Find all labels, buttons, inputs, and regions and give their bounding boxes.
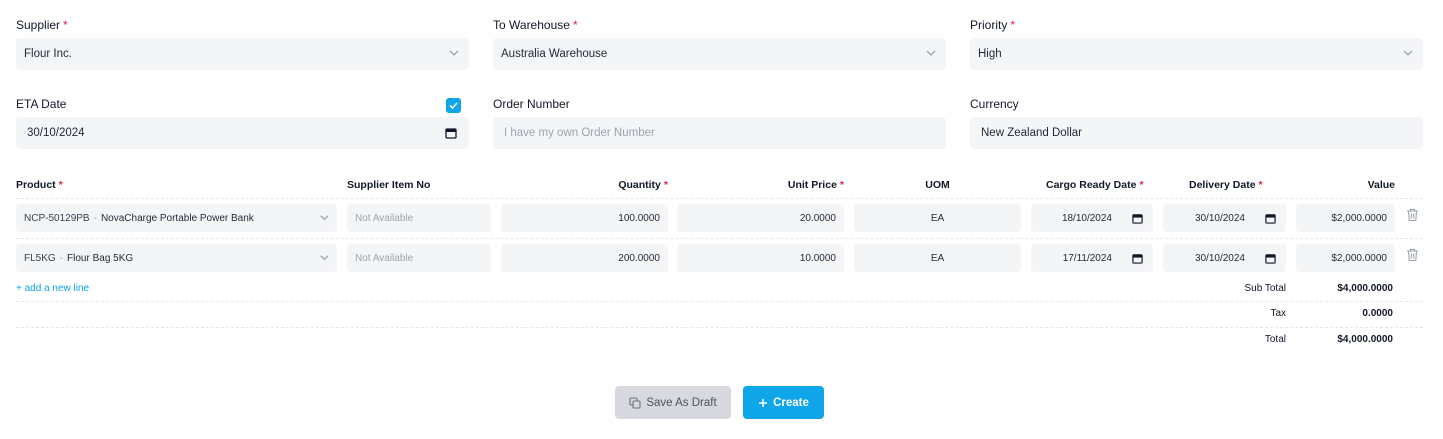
trash-icon[interactable]: [1406, 208, 1419, 222]
unit-price-input[interactable]: 10.0000: [677, 244, 844, 272]
cargo-ready-date-value: 18/10/2024: [1061, 212, 1112, 224]
line-value: $2,000.0000: [1331, 252, 1387, 264]
value-field: $2,000.0000: [1296, 204, 1395, 232]
create-label: Create: [773, 396, 809, 409]
product-sep: -: [93, 212, 97, 224]
product-name: Flour Bag 5KG: [67, 252, 134, 264]
uom-value: EA: [930, 212, 945, 224]
order-number-input[interactable]: I have my own Order Number: [493, 117, 946, 149]
value-field: $2,000.0000: [1296, 244, 1395, 272]
currency-value: New Zealand Dollar: [981, 127, 1082, 139]
product-code: FL5KG: [24, 252, 56, 264]
currency-label: Currency: [970, 97, 1019, 111]
quantity-value: 200.0000: [618, 252, 660, 264]
eta-date-checkbox[interactable]: [446, 98, 461, 113]
calendar-icon[interactable]: [1265, 253, 1276, 264]
create-button[interactable]: Create: [743, 386, 824, 419]
delivery-date-input[interactable]: 30/10/2024: [1163, 204, 1286, 232]
add-new-line-link[interactable]: + add a new line: [16, 283, 89, 294]
supplier-item-no-value: Not Available: [355, 252, 414, 264]
quantity-input[interactable]: 100.0000: [501, 204, 668, 232]
chevron-down-icon: [449, 50, 459, 56]
tax-value: 0.0000: [1362, 308, 1393, 319]
header-supplier-item-no: Supplier Item No: [347, 179, 431, 191]
calendar-icon[interactable]: [1132, 213, 1143, 224]
product-select[interactable]: FL5KG - Flour Bag 5KG: [16, 244, 337, 272]
eta-date-input[interactable]: 30/10/2024: [16, 117, 469, 149]
supplier-item-no-value: Not Available: [355, 212, 414, 224]
header-uom: UOM: [925, 179, 950, 191]
quantity-value: 100.0000: [618, 212, 660, 224]
supplier-value: Flour Inc.: [24, 48, 72, 60]
unit-price-value: 20.0000: [799, 212, 836, 224]
order-number-placeholder: I have my own Order Number: [504, 127, 655, 139]
to-warehouse-value: Australia Warehouse: [501, 48, 608, 60]
product-code: NCP-50129PB: [24, 212, 90, 224]
header-value: Value: [1367, 179, 1395, 191]
to-warehouse-label: To Warehouse *: [493, 18, 578, 32]
supplier-item-no-input[interactable]: Not Available: [347, 204, 491, 232]
supplier-item-no-input[interactable]: Not Available: [347, 244, 491, 272]
priority-value: High: [978, 48, 1002, 60]
unit-price-value: 10.0000: [799, 252, 836, 264]
cargo-ready-date-input[interactable]: 18/10/2024: [1031, 204, 1153, 232]
eta-date-label: ETA Date: [16, 97, 67, 111]
plus-icon: [759, 398, 768, 407]
save-as-draft-button[interactable]: Save As Draft: [615, 386, 731, 419]
to-warehouse-select[interactable]: Australia Warehouse: [493, 38, 946, 70]
uom-field[interactable]: EA: [854, 244, 1021, 272]
divider: [16, 327, 1423, 328]
sub-total-label: Sub Total: [1244, 283, 1286, 294]
chevron-down-icon: [320, 215, 329, 221]
divider: [16, 301, 1423, 302]
delivery-date-input[interactable]: 30/10/2024: [1163, 244, 1286, 272]
quantity-input[interactable]: 200.0000: [501, 244, 668, 272]
chevron-down-icon: [926, 50, 936, 56]
chevron-down-icon: [1403, 50, 1413, 56]
total-label: Total: [1264, 334, 1286, 345]
uom-value: EA: [930, 252, 945, 264]
trash-icon[interactable]: [1406, 248, 1419, 262]
divider: [16, 238, 1423, 239]
delivery-date-value: 30/10/2024: [1194, 252, 1245, 264]
priority-select[interactable]: High: [970, 38, 1423, 70]
line-value: $2,000.0000: [1331, 212, 1387, 224]
eta-date-value: 30/10/2024: [27, 127, 85, 139]
chevron-down-icon: [320, 255, 329, 261]
header-cargo-ready-date: Cargo Ready Date *: [1046, 179, 1144, 191]
order-number-label: Order Number: [493, 97, 570, 111]
calendar-icon[interactable]: [1265, 213, 1276, 224]
priority-label: Priority *: [970, 18, 1016, 32]
product-sep: -: [59, 252, 64, 264]
unit-price-input[interactable]: 20.0000: [677, 204, 844, 232]
copy-icon: [629, 396, 641, 409]
save-as-draft-label: Save As Draft: [646, 396, 717, 409]
currency-field[interactable]: New Zealand Dollar: [970, 117, 1423, 149]
supplier-label: Supplier *: [16, 18, 68, 32]
header-unit-price: Unit Price *: [787, 179, 844, 191]
total-value: $4,000.0000: [1337, 334, 1393, 345]
product-name: NovaCharge Portable Power Bank: [100, 212, 254, 224]
check-icon: [449, 102, 458, 110]
cargo-ready-date-input[interactable]: 17/11/2024: [1031, 244, 1153, 272]
uom-field[interactable]: EA: [854, 204, 1021, 232]
calendar-icon[interactable]: [445, 127, 457, 139]
header-quantity: Quantity *: [618, 179, 668, 191]
delivery-date-value: 30/10/2024: [1194, 212, 1245, 224]
header-delivery-date: Delivery Date *: [1189, 179, 1263, 191]
product-select[interactable]: NCP-50129PB - NovaCharge Portable Power …: [16, 204, 337, 232]
header-product: Product *: [16, 179, 63, 191]
calendar-icon[interactable]: [1132, 253, 1143, 264]
supplier-select[interactable]: Flour Inc.: [16, 38, 469, 70]
tax-label: Tax: [1270, 308, 1286, 319]
cargo-ready-date-value: 17/11/2024: [1062, 252, 1112, 264]
sub-total-value: $4,000.0000: [1337, 283, 1393, 294]
divider: [16, 198, 1423, 199]
